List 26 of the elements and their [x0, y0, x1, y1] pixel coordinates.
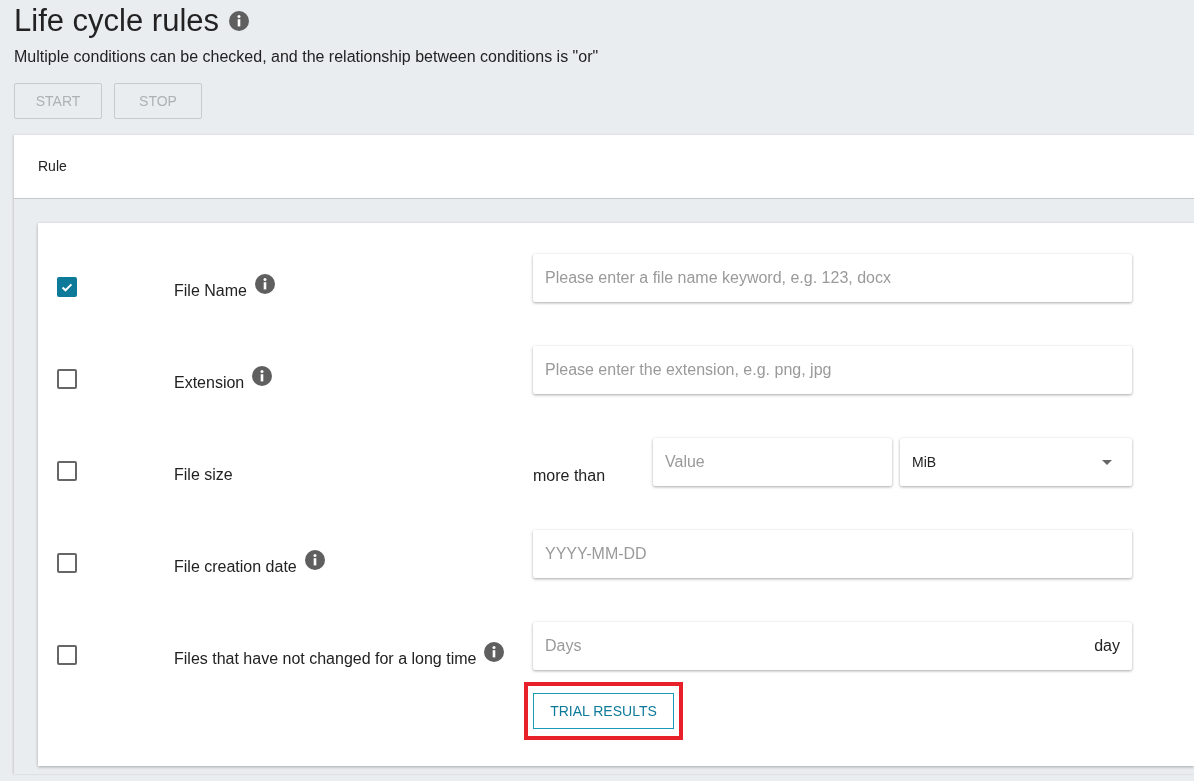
checkbox[interactable] [57, 553, 77, 573]
field-prefix: more than [533, 467, 607, 485]
input-field[interactable]: Value [653, 438, 892, 486]
checkbox[interactable] [57, 645, 77, 665]
checkbox[interactable] [57, 369, 77, 389]
info-icon[interactable] [484, 642, 505, 662]
field-suffix: day [1094, 637, 1120, 655]
rule-label: File Name [174, 282, 247, 300]
trial-results-button[interactable]: TRIAL RESULTS [533, 693, 674, 729]
rule-label: Files that have not changed for a long time [174, 650, 477, 668]
unit-dropdown[interactable]: MiB [900, 438, 1132, 486]
input-field[interactable]: Please enter a file name keyword, e.g. 123, docx [533, 254, 1132, 302]
info-icon[interactable] [254, 274, 275, 294]
rule-label: File size [174, 466, 233, 484]
page-subtitle: Multiple conditions can be checked, and the relationship between conditions is "or" [14, 48, 600, 66]
input-field[interactable]: YYYY-MM-DD [533, 530, 1132, 578]
checkbox[interactable] [57, 461, 77, 481]
info-icon[interactable] [304, 550, 325, 570]
rule-label: Extension [174, 374, 245, 392]
info-icon[interactable] [252, 366, 273, 386]
rule-label: File creation date [174, 558, 297, 576]
caret-icon [1102, 459, 1112, 465]
input-field[interactable]: Please enter the extension, e.g. png, jpg [533, 346, 1132, 394]
info-icon[interactable] [229, 11, 250, 31]
page-title: Life cycle rules [14, 3, 220, 39]
checkbox[interactable] [57, 277, 77, 297]
